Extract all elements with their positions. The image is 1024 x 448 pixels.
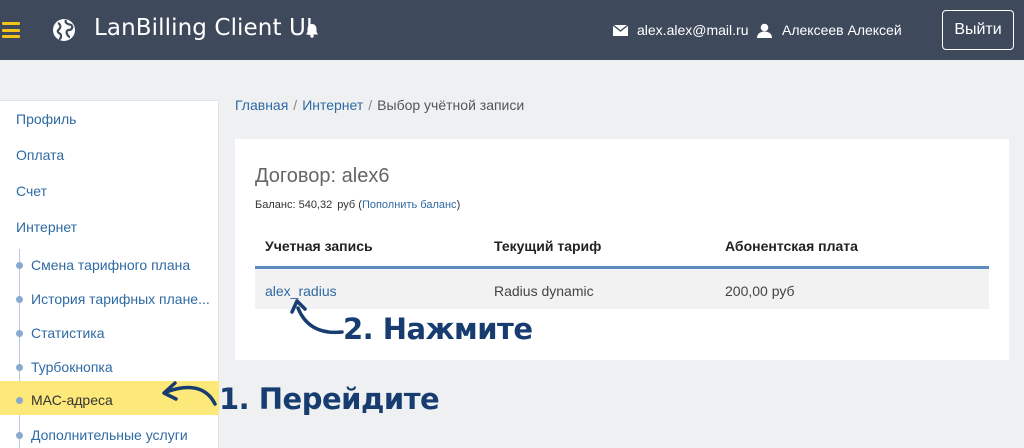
bell-icon[interactable] (305, 23, 319, 38)
sidebar-subitem-label: История тарифных плане... (31, 291, 210, 307)
user-name[interactable]: Алексеев Алексей (782, 22, 902, 38)
bullet-icon (16, 364, 23, 371)
curved-arrow-icon (290, 299, 344, 335)
hamburger-icon[interactable] (2, 22, 20, 38)
balance-label: Баланс: (255, 199, 296, 211)
topup-balance-link[interactable]: Пополнить баланс (362, 199, 457, 211)
balance-value: 540,32 (298, 199, 333, 211)
balance-currency: руб (337, 199, 356, 211)
user-icon (757, 23, 772, 38)
bullet-icon (16, 397, 23, 404)
column-header-fee: Абонентская плата (725, 238, 858, 254)
sidebar-item-account[interactable]: Счет (16, 183, 47, 199)
curved-arrow-icon (162, 381, 217, 406)
sidebar-item-payment[interactable]: Оплата (16, 147, 64, 163)
sidebar-subitem-tariff-history[interactable]: История тарифных плане... (0, 282, 219, 316)
bullet-icon (16, 262, 23, 269)
sidebar-subitem-change-tariff[interactable]: Смена тарифного плана (0, 248, 219, 282)
fee-cell: 200,00 руб (725, 283, 795, 299)
breadcrumb-separator: / (293, 97, 298, 113)
bullet-icon (16, 330, 23, 337)
breadcrumb-separator: / (368, 97, 373, 113)
globe-icon (53, 19, 75, 41)
top-bar: LanBilling Client UI alex.alex@mail.ru А… (0, 0, 1024, 60)
paren-close: ) (456, 199, 461, 211)
table-row (255, 269, 989, 309)
sidebar-subitem-label: Статистика (31, 325, 105, 341)
sidebar-subitem-label: МАС-адреса (31, 392, 113, 408)
tariff-cell: Radius dynamic (494, 283, 594, 299)
bullet-icon (16, 296, 23, 303)
app-title: LanBilling Client UI (94, 15, 313, 41)
sidebar-subitem-additional-services[interactable]: Дополнительные услуги (0, 418, 219, 448)
sidebar-item-internet[interactable]: Интернет (16, 219, 77, 235)
column-header-account: Учетная запись (265, 238, 373, 254)
contract-title: Договор: alex6 (255, 165, 390, 187)
sidebar-subitem-label: Турбокнопка (31, 359, 113, 375)
user-email[interactable]: alex.alex@mail.ru (637, 22, 748, 38)
sidebar-subitem-statistics[interactable]: Статистика (0, 316, 219, 350)
bullet-icon (16, 432, 23, 439)
annotation-step-1: 1. Перейдите (219, 382, 440, 416)
annotation-step-2: 2. Нажмите (343, 312, 533, 346)
logout-button[interactable]: Выйти (942, 10, 1014, 50)
breadcrumb-internet[interactable]: Интернет (302, 97, 363, 113)
breadcrumb: Главная / Интернет / Выбор учётной записи (235, 97, 524, 113)
breadcrumb-current: Выбор учётной записи (377, 97, 525, 113)
column-header-tariff: Текущий тариф (494, 238, 602, 254)
balance-line: Баланс: 540,32 руб (Пополнить баланс) (255, 199, 460, 211)
envelope-icon (613, 25, 628, 36)
sidebar-subitem-label: Смена тарифного плана (31, 257, 191, 273)
account-link[interactable]: alex_radius (265, 283, 337, 299)
sidebar-item-profile[interactable]: Профиль (16, 111, 76, 127)
breadcrumb-home[interactable]: Главная (235, 97, 288, 113)
sidebar-subitem-label: Дополнительные услуги (31, 427, 188, 443)
